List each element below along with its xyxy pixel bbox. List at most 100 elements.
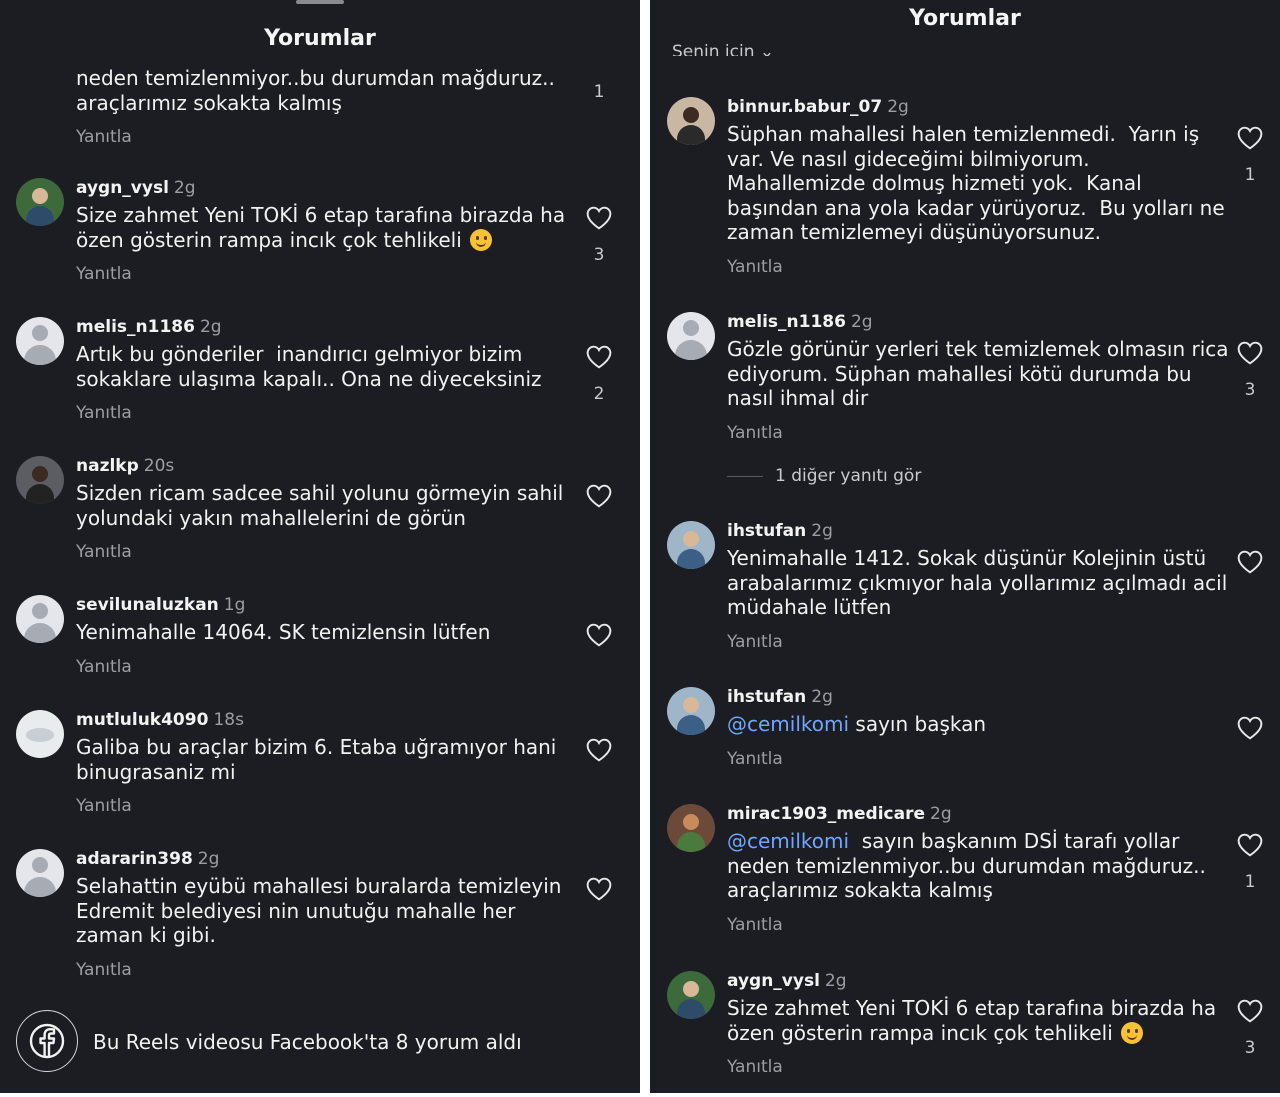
username[interactable]: ihstufan	[727, 687, 806, 707]
avatar[interactable]	[667, 312, 715, 360]
like-count: 3	[593, 245, 605, 265]
chevron-down-icon: ⌄	[759, 42, 775, 56]
avatar[interactable]	[667, 97, 715, 145]
mention-link[interactable]: @cemilkomi	[727, 829, 849, 853]
mention-link[interactable]: @cemilkomi	[727, 712, 849, 736]
smiling-face-emoji-icon	[1121, 1021, 1144, 1044]
reply-button[interactable]: Yanıtla	[76, 542, 576, 562]
comment-text: neden temizlenmiyor..bu durumdan mağduru…	[76, 66, 555, 115]
reply-button[interactable]: Yanıtla	[727, 915, 1237, 935]
heart-icon[interactable]	[1237, 716, 1263, 740]
comment: ihstufan 2g Yenimahalle 1412. Sokak düşün…	[727, 520, 1237, 652]
drag-handle[interactable]	[296, 0, 344, 4]
reply-button[interactable]: Yanıtla	[76, 127, 576, 147]
username[interactable]: ihstufan	[727, 521, 806, 541]
avatar[interactable]	[16, 317, 64, 365]
reply-button[interactable]: Yanıtla	[76, 657, 576, 677]
username[interactable]: mirac1903_medicare	[727, 804, 925, 824]
avatar[interactable]	[16, 849, 64, 897]
comment-text: Yenimahalle 1412. Sokak düşünür Kolejini…	[727, 546, 1228, 619]
comment: ihstufan 2g @cemilkomi sayın başkan Yanıt…	[727, 686, 1237, 769]
username[interactable]: binnur.babur_07	[727, 97, 882, 117]
username[interactable]: aygn_vysl	[727, 971, 820, 991]
heart-icon[interactable]	[1237, 833, 1263, 857]
heart-icon[interactable]	[586, 623, 612, 647]
reply-button[interactable]: Yanıtla	[727, 632, 1237, 652]
like-count: 1	[1244, 165, 1256, 185]
reply-button[interactable]: Yanıtla	[76, 960, 576, 980]
comment: melis_n1186 2g Artık bu gönderiler inandı…	[76, 316, 576, 423]
timestamp: 2g	[850, 312, 873, 332]
heart-icon[interactable]	[586, 877, 612, 901]
like-count: 3	[1244, 1038, 1256, 1058]
page-title: Yorumlar	[264, 26, 376, 51]
timestamp: 2g	[197, 849, 220, 869]
avatar[interactable]	[667, 521, 715, 569]
reply-button[interactable]: Yanıtla	[727, 423, 1237, 443]
page-title: Yorumlar	[909, 6, 1021, 31]
smiling-face-emoji-icon	[470, 228, 493, 251]
reply-button[interactable]: Yanıtla	[727, 749, 1237, 769]
heart-icon[interactable]	[586, 206, 612, 230]
comment-text: Gözle görünür yerleri tek temizlemek olm…	[727, 337, 1229, 410]
comment: nazlkp 20s Sizden ricam sadcee sahil yolu…	[76, 455, 576, 562]
avatar[interactable]	[16, 710, 64, 758]
comment-text: Size zahmet Yeni TOKİ 6 etap tarafına bi…	[727, 996, 1217, 1045]
timestamp: 18s	[213, 710, 244, 730]
comment-text: sayın başkan	[849, 712, 987, 736]
heart-icon[interactable]	[1237, 126, 1263, 150]
username[interactable]: nazlkp	[76, 456, 139, 476]
username[interactable]: adararin398	[76, 849, 193, 869]
comment: melis_n1186 2g Gözle görünür yerleri tek …	[727, 311, 1237, 443]
facebook-notice[interactable]: Bu Reels videosu Facebook'ta 8 yorum ald…	[0, 1008, 640, 1080]
heart-icon[interactable]	[586, 738, 612, 762]
avatar[interactable]	[16, 178, 64, 226]
view-more-replies-label: 1 diğer yanıtı gör	[775, 466, 922, 486]
comment-text: Yenimahalle 14064. SK temizlensin lütfen	[76, 620, 491, 644]
comments-panel-left: Yorumlar neden temizlenmiyor..bu durumda…	[0, 0, 640, 1093]
avatar[interactable]	[667, 687, 715, 735]
username[interactable]: melis_n1186	[76, 317, 195, 337]
username[interactable]: sevilunaluzkan	[76, 595, 219, 615]
reply-button[interactable]: Yanıtla	[76, 796, 576, 816]
timestamp: 2g	[811, 687, 833, 707]
reply-button[interactable]: Yanıtla	[727, 257, 1237, 277]
timestamp: 2g	[887, 97, 909, 117]
heart-icon[interactable]	[1237, 341, 1263, 365]
reply-button[interactable]: Yanıtla	[76, 264, 576, 284]
comment-text: Sizden ricam sadcee sahil yolunu görmeyi…	[76, 481, 564, 530]
avatar[interactable]	[667, 971, 715, 1019]
username[interactable]: aygn_vysl	[76, 178, 169, 198]
timestamp: 2g	[173, 178, 196, 198]
avatar[interactable]	[667, 804, 715, 852]
comment: mirac1903_medicare 2g @cemilkomi sayın ba…	[727, 803, 1237, 935]
heart-icon[interactable]	[1237, 999, 1263, 1023]
comment: binnur.babur_07 2g Süphan mahallesi halen…	[727, 96, 1237, 277]
facebook-icon	[16, 1010, 78, 1072]
timestamp: 2g	[199, 317, 222, 337]
username[interactable]: melis_n1186	[727, 312, 846, 332]
view-more-replies[interactable]: 1 diğer yanıtı gör	[727, 466, 921, 486]
timestamp: 2g	[930, 804, 952, 824]
timestamp: 2g	[824, 971, 847, 991]
timestamp: 2g	[811, 521, 833, 541]
comment: aygn_vysl 2g Size zahmet Yeni TOKİ 6 etap…	[76, 177, 576, 284]
sort-dropdown[interactable]: Senin için ⌄	[672, 42, 774, 56]
heart-icon[interactable]	[586, 345, 612, 369]
comment-text: Selahattin eyübü mahallesi buralarda tem…	[76, 874, 562, 947]
avatar[interactable]	[16, 595, 64, 643]
timestamp: 20s	[143, 456, 175, 476]
username[interactable]: mutluluk4090	[76, 710, 208, 730]
comment-text: Galiba bu araçlar bizim 6. Etaba uğramıy…	[76, 735, 557, 784]
like-count: 2	[593, 384, 605, 404]
like-count: 1	[1244, 872, 1256, 892]
timestamp: 1g	[223, 595, 246, 615]
heart-icon[interactable]	[1237, 550, 1263, 574]
avatar[interactable]	[16, 456, 64, 504]
reply-button[interactable]: Yanıtla	[76, 403, 576, 423]
heart-icon[interactable]	[586, 484, 612, 508]
reply-line	[727, 475, 763, 477]
comment-text: Süphan mahallesi halen temizlenmedi. Yar…	[727, 122, 1225, 244]
comment: sevilunaluzkan 1g Yenimahalle 14064. SK t…	[76, 594, 576, 677]
reply-button[interactable]: Yanıtla	[727, 1057, 1237, 1077]
